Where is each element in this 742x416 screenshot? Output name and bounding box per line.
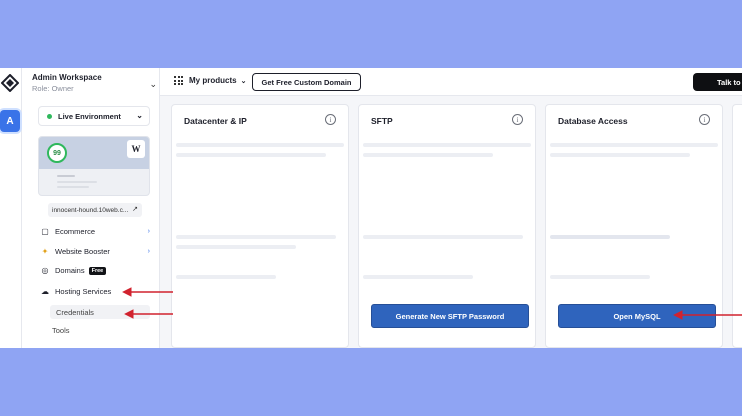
- get-free-custom-domain-button[interactable]: Get Free Custom Domain: [252, 73, 361, 91]
- blurred-row: [176, 275, 276, 279]
- workspace-title: Admin Workspace: [32, 73, 102, 82]
- generate-sftp-password-button[interactable]: Generate New SFTP Password: [371, 304, 529, 328]
- my-products-label: My products: [189, 76, 237, 85]
- workspace-avatar[interactable]: A: [0, 110, 20, 132]
- blurred-row: [176, 245, 296, 249]
- datacenter-ip-card: Datacenter & IP i: [171, 104, 349, 348]
- thumbnail-text-line: [57, 186, 89, 188]
- sidebar-item-label: Domains: [55, 266, 85, 275]
- talk-to-button[interactable]: Talk to: [693, 73, 742, 91]
- sidebar-item-website-booster[interactable]: ✦ Website Booster ›: [40, 247, 150, 256]
- sidebar-subitem-credentials[interactable]: Credentials: [50, 305, 150, 319]
- partial-card: [732, 104, 742, 348]
- hosting-dashboard: A Admin Workspace Role: Owner ⌄ Live Env…: [0, 68, 742, 348]
- left-rail: A: [0, 68, 22, 348]
- environment-selector[interactable]: Live Environment ⌄: [38, 106, 150, 126]
- card-title: SFTP: [371, 116, 393, 126]
- open-mysql-button[interactable]: Open MySQL: [558, 304, 716, 328]
- blurred-row: [363, 153, 493, 157]
- chevron-down-icon: ⌄: [136, 111, 143, 120]
- main-content: Datacenter & IP i SFTP i Generate New SF…: [160, 96, 742, 348]
- sidebar-item-label: Ecommerce: [55, 227, 96, 236]
- bag-icon: ▢: [41, 227, 49, 236]
- blurred-row: [363, 275, 473, 279]
- card-title: Datacenter & IP: [184, 116, 247, 126]
- blurred-row: [176, 153, 326, 157]
- blurred-row: [550, 275, 650, 279]
- blurred-row: [363, 235, 523, 239]
- sidebar-item-label: Website Booster: [55, 247, 110, 256]
- blurred-row: [550, 143, 718, 147]
- sidebar-item-domains[interactable]: ◎ Domains Free: [40, 266, 150, 275]
- grid-icon: [174, 76, 183, 85]
- wordpress-icon[interactable]: W: [127, 140, 145, 158]
- chevron-right-icon: ›: [147, 248, 150, 255]
- chevron-right-icon: ›: [147, 228, 150, 235]
- domain-text: innocent-hound.10web.c...: [52, 206, 129, 214]
- blurred-row: [176, 143, 344, 147]
- cloud-icon: ☁: [41, 287, 49, 296]
- sidebar-subitem-tools[interactable]: Tools: [52, 326, 70, 335]
- my-products-menu[interactable]: My products ⌄: [174, 76, 246, 85]
- sidebar-item-ecommerce[interactable]: ▢ Ecommerce ›: [40, 227, 150, 236]
- blurred-row: [550, 235, 670, 239]
- blurred-row: [550, 153, 690, 157]
- site-domain-link[interactable]: innocent-hound.10web.c... ↗: [48, 203, 142, 217]
- top-bar: My products ⌄ Get Free Custom Domain Tal…: [160, 68, 742, 96]
- workspace-role: Role: Owner: [32, 84, 74, 93]
- chevron-down-icon: ⌄: [149, 79, 157, 89]
- thumbnail-text-line: [57, 175, 75, 177]
- database-access-card: Database Access i Open MySQL: [545, 104, 723, 348]
- blurred-row: [363, 143, 531, 147]
- status-dot-icon: [47, 113, 52, 119]
- environment-label: Live Environment: [58, 111, 121, 121]
- card-title: Database Access: [558, 116, 628, 126]
- performance-score-badge: 99: [47, 143, 67, 163]
- info-icon[interactable]: i: [325, 114, 336, 125]
- thumbnail-text-line: [57, 181, 97, 183]
- sftp-card: SFTP i Generate New SFTP Password: [358, 104, 536, 348]
- sidebar-item-label: Hosting Services: [55, 287, 112, 296]
- site-thumbnail[interactable]: 99 W: [38, 136, 150, 196]
- info-icon[interactable]: i: [699, 114, 710, 125]
- workspace-switcher[interactable]: Admin Workspace Role: Owner ⌄: [32, 73, 157, 93]
- globe-icon: ◎: [41, 266, 49, 275]
- sidebar-item-hosting-services[interactable]: ☁ Hosting Services: [40, 287, 150, 296]
- info-icon[interactable]: i: [512, 114, 523, 125]
- free-badge: Free: [88, 266, 107, 275]
- chevron-down-icon: ⌄: [240, 77, 247, 85]
- 10web-logo-icon[interactable]: [1, 74, 19, 92]
- external-link-icon: ↗: [132, 206, 138, 213]
- blurred-row: [176, 235, 336, 239]
- rocket-icon: ✦: [41, 247, 49, 256]
- sidebar: Admin Workspace Role: Owner ⌄ Live Envir…: [22, 68, 181, 348]
